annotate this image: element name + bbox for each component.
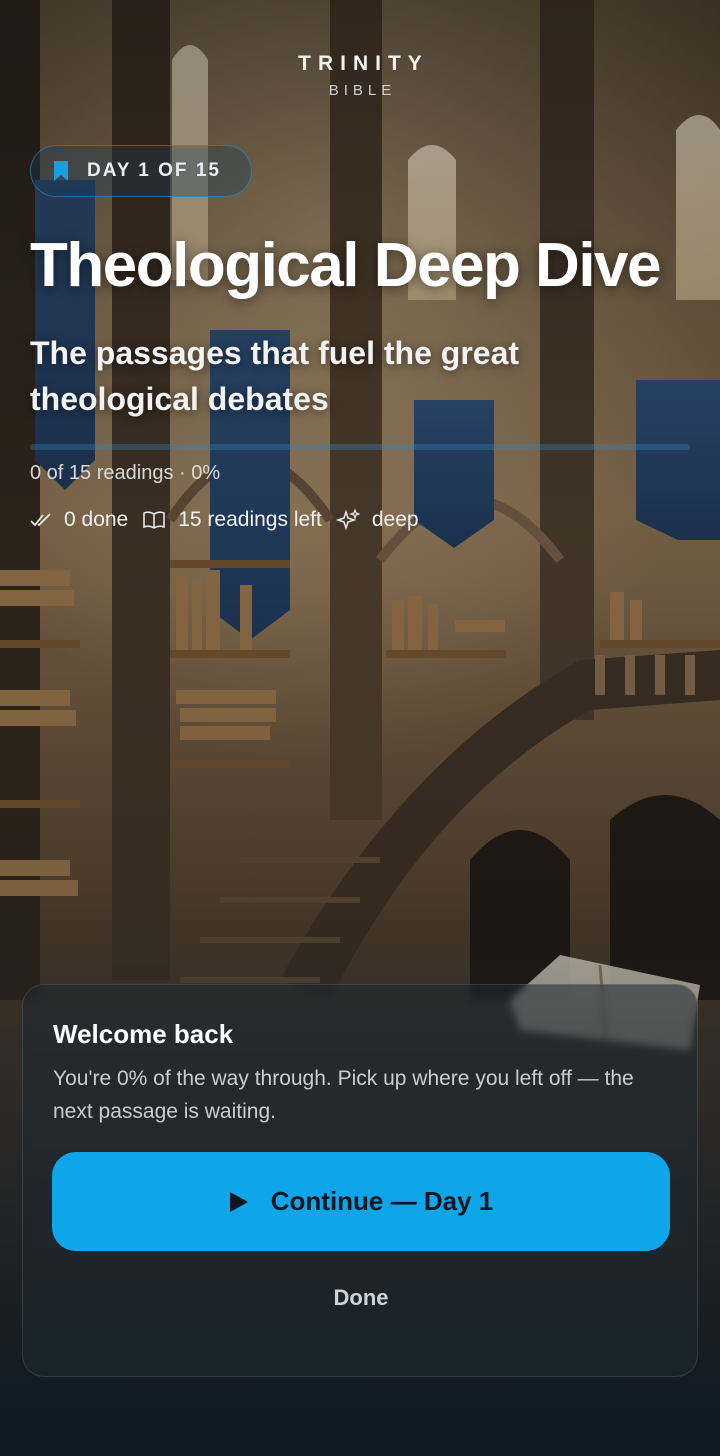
open-book-icon <box>143 511 166 529</box>
double-check-icon <box>30 513 51 527</box>
welcome-card: Welcome back You're 0% of the way throug… <box>22 984 698 1377</box>
continue-button-label: Continue — Day 1 <box>270 1186 494 1216</box>
stat-level: deep <box>335 508 419 532</box>
continue-button[interactable]: Continue — Day 1 <box>52 1152 670 1251</box>
welcome-message: You're 0% of the way through. Pick up wh… <box>53 1067 634 1123</box>
progress-text: 0 of 15 readings · 0% <box>30 462 221 484</box>
plan-stats: 0 done 15 readings left deep <box>30 508 433 532</box>
sparkles-icon <box>335 508 360 531</box>
stat-done: 0 done <box>30 508 128 532</box>
day-badge-label: DAY 1 OF 15 <box>87 160 221 181</box>
stat-done-label: 0 done <box>64 508 129 531</box>
stat-level-label: deep <box>371 508 419 531</box>
done-button[interactable]: Done <box>23 1285 699 1311</box>
welcome-title: Welcome back <box>53 1019 234 1049</box>
brand-subtitle: BIBLE <box>328 82 397 99</box>
plan-title: Theological Deep Dive <box>30 231 662 300</box>
play-icon <box>229 1191 248 1212</box>
brand-logo: TRINITY BIBLE <box>0 52 720 99</box>
bookmark-icon <box>54 161 68 181</box>
brand-name: TRINITY <box>298 52 429 75</box>
stat-left-label: 15 readings left <box>178 508 322 531</box>
stat-left: 15 readings left <box>142 508 322 532</box>
plan-subtitle: The passages that fuel the great theolog… <box>30 335 520 418</box>
day-badge: DAY 1 OF 15 <box>30 145 252 197</box>
progress-bar <box>30 444 690 450</box>
